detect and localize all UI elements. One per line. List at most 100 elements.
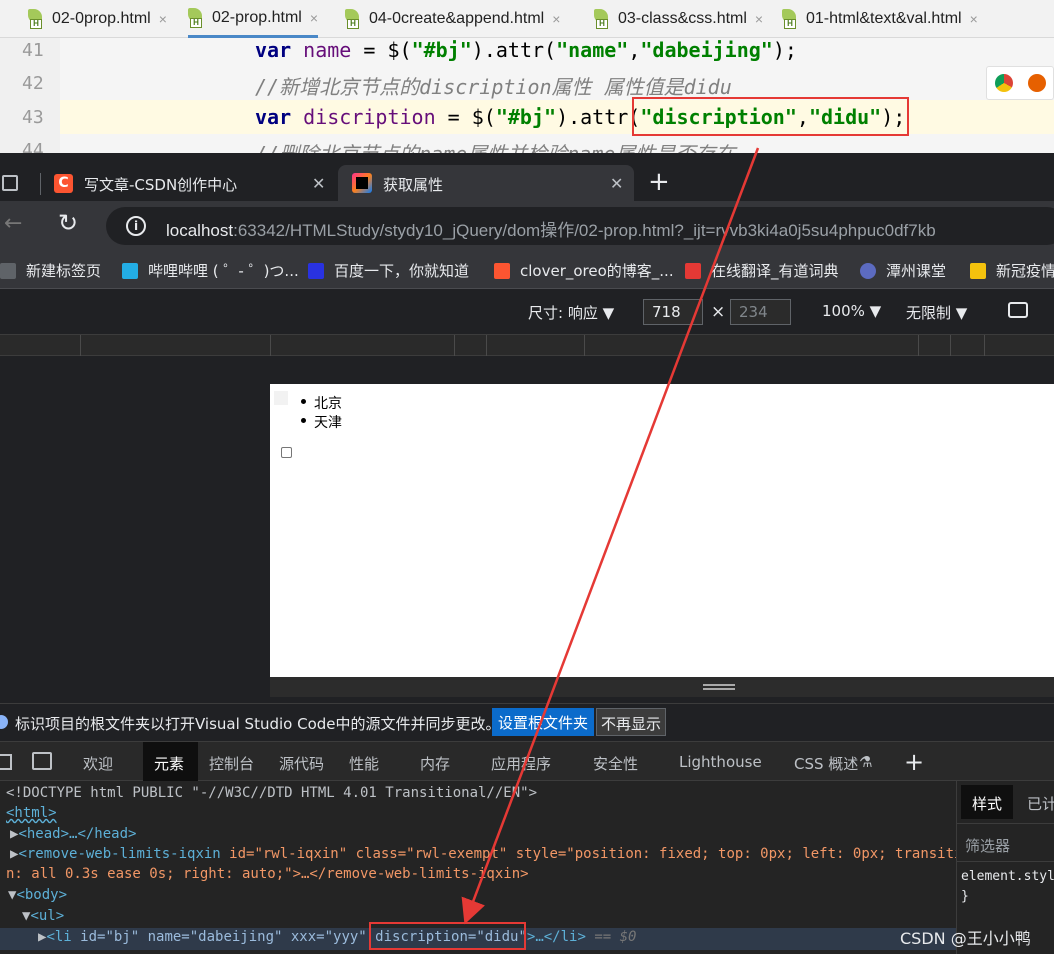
caret-down-icon: ▼ (602, 304, 615, 322)
dom-html[interactable]: <html> (6, 805, 57, 821)
height-input[interactable]: 234 (730, 299, 791, 325)
url-host: localhost (166, 221, 234, 240)
tab-styles[interactable]: 样式 (972, 793, 1002, 814)
firefox-icon[interactable] (1027, 74, 1046, 92)
line-number: 43 (22, 107, 44, 128)
set-root-folder-button[interactable]: 设置根文件夹 (492, 708, 595, 736)
tab-css-overview[interactable]: CSS 概述 (794, 753, 858, 774)
close-icon[interactable]: × (159, 11, 167, 27)
url-text[interactable]: localhost:63342/HTMLStudy/stydy10_jQuery… (166, 216, 936, 241)
code-punct: , (628, 38, 641, 62)
address-bar[interactable]: i localhost:63342/HTMLStudy/stydy10_jQue… (106, 207, 1054, 245)
dom-tag: <li (46, 929, 72, 945)
close-icon[interactable]: × (970, 11, 978, 27)
filter-input[interactable]: 筛选器 (965, 835, 1010, 856)
code-string: "dabeijing" (640, 38, 773, 62)
tab-welcome[interactable]: 欢迎 (83, 753, 113, 774)
highlight-box-code (632, 97, 909, 136)
close-icon[interactable]: ✕ (312, 174, 325, 193)
bookmark-tanzhou[interactable]: 潭州课堂 (860, 260, 946, 281)
bookmarks-bar: 新建标签页 哔哩哔哩 ( ゜- ゜)つ... 百度一下，你就知道 clover_… (0, 251, 1054, 289)
tab-lighthouse[interactable]: Lighthouse (679, 753, 762, 771)
tab-computed[interactable]: 已计 (1027, 793, 1054, 814)
more-tabs-icon[interactable]: + (904, 748, 924, 776)
close-icon[interactable]: ✕ (610, 174, 623, 193)
element-style-brace: } (961, 889, 969, 904)
browser-preview-icons (986, 66, 1054, 100)
dom-remove-limits-cont: n: all 0.3s ease 0s; right: auto;">…</re… (6, 866, 529, 882)
bookmark-label: 新冠疫情 (996, 262, 1054, 280)
dont-show-again-button[interactable]: 不再显示 (596, 708, 667, 736)
line-number: 42 (22, 73, 44, 94)
dom-ul[interactable]: ▼<ul> (22, 908, 64, 924)
code-line-44[interactable]: //删除北京节点的name属性并检验name属性是否存在 (255, 138, 735, 153)
bookmark-baidu[interactable]: 百度一下，你就知道 (308, 260, 469, 281)
ide-tab-01-html-text-val[interactable]: H 01-html&text&val.html × (782, 0, 978, 38)
tab-security[interactable]: 安全性 (593, 753, 638, 774)
dom-head[interactable]: ▶<head>…</head> (10, 826, 136, 842)
code-line-41[interactable]: var name = $("#bj").attr("name","dabeiji… (255, 38, 797, 62)
tab-console[interactable]: 控制台 (209, 753, 254, 774)
back-icon[interactable]: ← (4, 211, 22, 236)
ide-tab-02-prop[interactable]: H 02-prop.html × (188, 0, 319, 38)
dimensions-select[interactable]: 尺寸: 响应 ▼ (528, 302, 614, 323)
dom-tag: >…</li> (526, 929, 586, 945)
bookmark-youdao[interactable]: 在线翻译_有道词典 (685, 260, 839, 281)
ide-tab-03-class-css[interactable]: H 03-class&css.html × (594, 0, 763, 38)
throttle-select[interactable]: 无限制 ▼ (906, 302, 967, 323)
reload-icon[interactable]: ↻ (58, 209, 78, 237)
tab-actions-icon[interactable] (2, 175, 18, 191)
tab-elements[interactable]: 元素 (154, 753, 184, 774)
caret-down-icon: ▼ (955, 304, 968, 322)
tab-performance[interactable]: 性能 (349, 753, 379, 774)
line-number: 41 (22, 40, 44, 61)
browser-tab-label[interactable]: 写文章-CSDN创作中心 (84, 174, 237, 195)
dom-selected-marker: == $0 (594, 929, 637, 945)
watermark: CSDN @王小小鸭 (900, 929, 1031, 948)
checkbox[interactable] (281, 447, 292, 458)
close-icon[interactable]: × (310, 10, 318, 26)
rotate-icon[interactable] (1008, 302, 1028, 318)
close-icon[interactable]: × (755, 11, 763, 27)
caret-down-icon: ▼ (869, 302, 882, 320)
code-line-42[interactable]: //新增北京节点的discription属性 属性值是didu (255, 71, 732, 100)
bookmark-new-tab[interactable]: 新建标签页 (0, 260, 101, 281)
device-toggle-icon[interactable] (32, 752, 52, 770)
baidu-icon (308, 262, 324, 279)
bookmark-covid[interactable]: 新冠疫情 (970, 260, 1054, 281)
ide-tab-02-0prop[interactable]: H 02-0prop.html × (28, 0, 167, 38)
inspect-icon[interactable] (0, 754, 12, 770)
close-icon[interactable]: × (552, 11, 560, 27)
device-toolbar: 尺寸: 响应 ▼ 718 × 234 100% ▼ 无限制 ▼ (0, 290, 1054, 334)
jetbrains-icon (352, 173, 372, 193)
html-file-icon: H (594, 9, 612, 29)
code-punct: ).attr( (556, 105, 641, 129)
tab-sources[interactable]: 源代码 (279, 753, 324, 774)
throttle-label: 无限制 (906, 304, 952, 322)
grip-icon (703, 684, 735, 690)
html-file-icon: H (28, 9, 46, 29)
tab-memory[interactable]: 内存 (420, 753, 450, 774)
new-tab-icon[interactable]: + (648, 167, 670, 197)
tab-application[interactable]: 应用程序 (491, 753, 551, 774)
browser-tab-label[interactable]: 获取属性 (383, 174, 443, 195)
viewport-resize-handle[interactable] (270, 677, 1054, 697)
element-style-selector[interactable]: element.styl (961, 869, 1054, 884)
bookmark-bilibili[interactable]: 哔哩哔哩 ( ゜- ゜)つ... (122, 260, 299, 281)
chrome-icon[interactable] (994, 74, 1013, 92)
url-path: :63342/HTMLStudy/stydy10_jQuery/dom操作/02… (233, 221, 936, 240)
dom-attrs: id="rwl-iqxin" class="rwl-exempt" style=… (220, 846, 971, 862)
zoom-select[interactable]: 100% ▼ (822, 302, 881, 320)
html-file-icon: H (188, 7, 206, 28)
dom-doctype[interactable]: <!DOCTYPE html PUBLIC "-//W3C//DTD HTML … (6, 785, 537, 801)
dom-li-bj[interactable]: ▶<li id="bj" name="dabeijing" xxx="yyy" … (38, 929, 637, 945)
width-input[interactable]: 718 (643, 299, 703, 325)
bookmark-csdn-blog[interactable]: clover_oreo的博客_... (494, 260, 674, 281)
dom-body[interactable]: ▼<body> (8, 887, 67, 903)
ide-tab-04-0create-append[interactable]: H 04-0create&append.html × (345, 0, 560, 38)
ide-editor: H 02-0prop.html × H 02-prop.html × H 04-… (0, 0, 1054, 153)
info-icon[interactable]: i (126, 216, 146, 236)
dom-remove-limits[interactable]: ▶<remove-web-limits-iqxin id="rwl-iqxin"… (10, 846, 971, 862)
ide-tab-label: 02-prop.html (212, 8, 302, 26)
times-sign: × (711, 302, 726, 322)
